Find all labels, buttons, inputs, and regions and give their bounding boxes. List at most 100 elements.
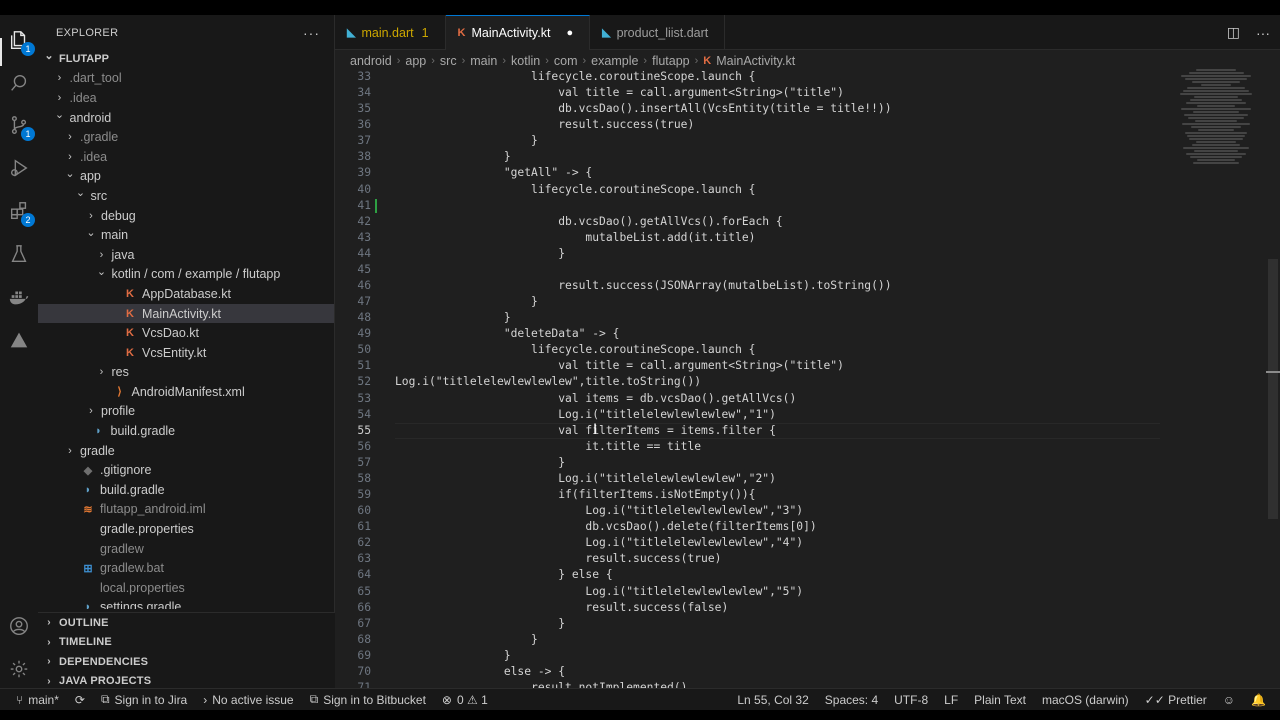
tab-mainactivity-kt[interactable]: K MainActivity.kt ●	[445, 15, 591, 50]
branch-item[interactable]: ⑂ main*	[8, 693, 67, 707]
tree-item[interactable]: ◆ .gitignore	[38, 460, 334, 480]
code-line[interactable]: 49 "deleteData" -> {	[335, 326, 1280, 342]
code-line[interactable]: 67 }	[335, 616, 1280, 632]
code-line[interactable]: 61 db.vcsDao().delete(filterItems[0])	[335, 519, 1280, 535]
code-line[interactable]: 58 Log.i("titlelelewlewlewlew","2")	[335, 471, 1280, 487]
tree-item[interactable]: ◗ build.gradle	[38, 421, 334, 441]
tree-item[interactable]: ⌄ kotlin / com / example / flutapp	[38, 265, 334, 285]
code-line[interactable]: 46 result.success(JSONArray(mutalbeList)…	[335, 278, 1280, 294]
breadcrumb-item[interactable]: src	[440, 54, 457, 68]
split-editor-icon[interactable]: ◫	[1227, 24, 1240, 41]
breadcrumb-item[interactable]: app	[405, 54, 426, 68]
code-line[interactable]: 39 "getAll" -> {	[335, 165, 1280, 181]
tree-item[interactable]: ◗ settings.gradle	[38, 598, 334, 609]
tree-item[interactable]: › .gradle	[38, 127, 334, 147]
code-line[interactable]: 35 db.vcsDao().insertAll(VcsEntity(title…	[335, 101, 1280, 117]
tree-item[interactable]: ≋ flutapp_android.iml	[38, 500, 334, 520]
eol[interactable]: LF	[936, 693, 966, 707]
platform[interactable]: macOS (darwin)	[1034, 693, 1137, 707]
tree-item[interactable]: › res	[38, 363, 334, 383]
prettier[interactable]: ✓✓ Prettier	[1137, 693, 1215, 707]
vertical-scrollbar[interactable]	[1266, 69, 1280, 688]
tree-item[interactable]: ◗ build.gradle	[38, 480, 334, 500]
tree-item[interactable]: › .dart_tool	[38, 69, 334, 89]
code-line[interactable]: 68 }	[335, 632, 1280, 648]
code-line[interactable]: 36 result.success(true)	[335, 117, 1280, 133]
scrollbar-thumb[interactable]	[1268, 259, 1278, 519]
tree-item[interactable]: gradle.properties	[38, 519, 334, 539]
code-line[interactable]: 70 else -> {	[335, 664, 1280, 680]
accounts-icon[interactable]	[6, 613, 32, 639]
panel-dependencies[interactable]: › DEPENDENCIES	[38, 652, 335, 672]
tree-item[interactable]: ⟩ AndroidManifest.xml	[38, 382, 334, 402]
code-line[interactable]: 45	[335, 262, 1280, 278]
more-actions-icon[interactable]: ···	[303, 25, 320, 41]
sync-item[interactable]: ⟳	[67, 693, 93, 707]
tab-product_liist-dart[interactable]: ◣ product_liist.dart	[590, 15, 726, 50]
tree-item[interactable]: ⌄ FLUTAPP	[38, 49, 334, 69]
problems-item[interactable]: ⊗ 0 ⚠ 1	[434, 693, 496, 707]
tree-item[interactable]: K VcsEntity.kt	[38, 343, 334, 363]
breadcrumb-item[interactable]: kotlin	[511, 54, 540, 68]
cursor-position[interactable]: Ln 55, Col 32	[729, 693, 816, 707]
code-editor[interactable]: 33 lifecycle.coroutineScope.launch {34 v…	[335, 69, 1280, 688]
tree-item[interactable]: ⌄ app	[38, 167, 334, 187]
run-debug-icon[interactable]	[6, 155, 32, 181]
tree-item[interactable]: › .idea	[38, 147, 334, 167]
bitbucket-item[interactable]: ⧉ Sign in to Bitbucket	[302, 692, 434, 707]
unsaved-dot-icon[interactable]: ●	[566, 27, 573, 39]
code-line[interactable]: 47 }	[335, 294, 1280, 310]
code-line[interactable]: 48 }	[335, 310, 1280, 326]
tree-item[interactable]: local.properties	[38, 578, 334, 598]
code-line[interactable]: 33 lifecycle.coroutineScope.launch {	[335, 69, 1280, 85]
code-line[interactable]: 71 result.notImplemented()	[335, 680, 1280, 688]
code-line[interactable]: 53 val items = db.vcsDao().getAllVcs()	[335, 391, 1280, 407]
minimap[interactable]	[1166, 69, 1266, 219]
code-line[interactable]: 40 lifecycle.coroutineScope.launch {	[335, 182, 1280, 198]
code-line[interactable]: 52 Log.i("titlelelewlewlewlew",title.toSt…	[335, 374, 1280, 390]
tree-item[interactable]: K AppDatabase.kt	[38, 284, 334, 304]
panel-outline[interactable]: › OUTLINE	[38, 613, 335, 633]
tree-item[interactable]: ⌄ main	[38, 225, 334, 245]
search-icon[interactable]	[6, 70, 32, 96]
explorer-icon[interactable]: 1	[6, 27, 35, 56]
code-line[interactable]: 66 result.success(false)	[335, 600, 1280, 616]
breadcrumb-item[interactable]: com	[554, 54, 578, 68]
code-line[interactable]: 63 result.success(true)	[335, 551, 1280, 567]
more-actions-icon[interactable]: ···	[1256, 25, 1270, 41]
code-line[interactable]: 50 lifecycle.coroutineScope.launch {	[335, 342, 1280, 358]
feedback[interactable]: ☺	[1215, 693, 1243, 707]
code-line[interactable]: 65 Log.i("titlelelewlewlewlew","5")	[335, 584, 1280, 600]
issue-item[interactable]: › No active issue	[195, 693, 301, 707]
tree-item[interactable]: › profile	[38, 402, 334, 422]
code-line[interactable]: 62 Log.i("titlelelewlewlewlew","4")	[335, 535, 1280, 551]
extensions-icon[interactable]: 2	[6, 198, 35, 227]
breadcrumb-item[interactable]: MainActivity.kt	[716, 54, 795, 68]
breadcrumb-item[interactable]: main	[470, 54, 497, 68]
docker-icon[interactable]	[6, 284, 32, 310]
code-line[interactable]: 41	[335, 198, 1280, 214]
code-line[interactable]: 54 Log.i("titlelelewlewlewlew","1")	[335, 407, 1280, 423]
tree-item[interactable]: ⊞ gradlew.bat	[38, 558, 334, 578]
code-line[interactable]: 37 }	[335, 133, 1280, 149]
tree-item[interactable]: › java	[38, 245, 334, 265]
tree-item[interactable]: › gradle	[38, 441, 334, 461]
tree-item[interactable]: ⌄ android	[38, 108, 334, 128]
tree-item[interactable]: K MainActivity.kt	[38, 303, 334, 324]
code-line[interactable]: 60 Log.i("titlelelewlewlewlew","3")	[335, 503, 1280, 519]
manage-gear-icon[interactable]	[6, 656, 32, 682]
notifications[interactable]: 🔔	[1243, 693, 1274, 707]
tree-item[interactable]: › debug	[38, 206, 334, 226]
language-mode[interactable]: Plain Text	[966, 693, 1034, 707]
code-line[interactable]: 64 } else {	[335, 567, 1280, 583]
breadcrumb-item[interactable]: example	[591, 54, 638, 68]
deploy-icon[interactable]	[6, 327, 32, 353]
code-line[interactable]: 51 val title = call.argument<String>("ti…	[335, 358, 1280, 374]
indentation[interactable]: Spaces: 4	[817, 693, 886, 707]
code-line[interactable]: 42 db.vcsDao().getAllVcs().forEach {	[335, 214, 1280, 230]
code-line[interactable]: 59 if(filterItems.isNotEmpty()){	[335, 487, 1280, 503]
tree-item[interactable]: gradlew	[38, 539, 334, 559]
code-line[interactable]: 34 val title = call.argument<String>("ti…	[335, 85, 1280, 101]
tree-item[interactable]: › .idea	[38, 88, 334, 108]
code-line[interactable]: 44 }	[335, 246, 1280, 262]
